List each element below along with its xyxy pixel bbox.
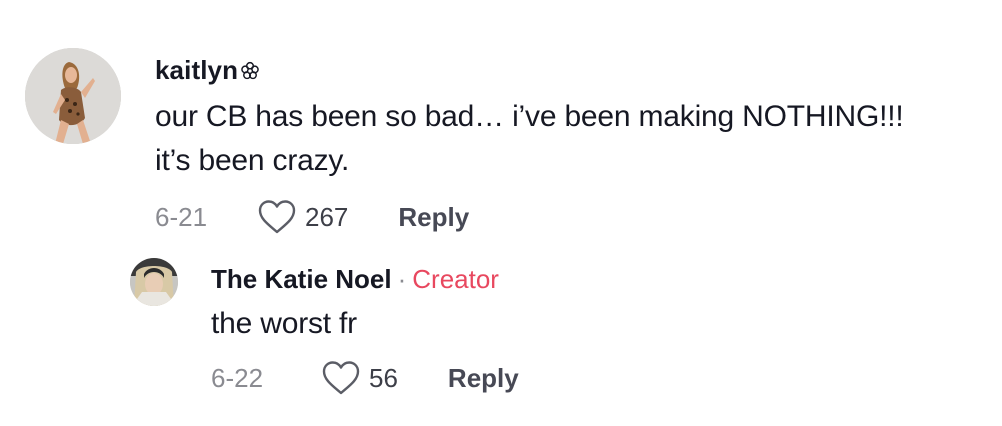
reply-button[interactable]: Reply <box>398 202 469 233</box>
like-button[interactable]: 267 <box>257 199 348 235</box>
comment-actions: 6-21 267 Reply <box>155 197 985 237</box>
avatar[interactable] <box>130 258 178 306</box>
comment-text-line: it’s been crazy. <box>155 144 350 177</box>
comment-body: kaitlyn our CB has been so bad… i’ve bee… <box>155 53 985 237</box>
avatar-photo <box>25 48 121 144</box>
comment-text: our CB has been so bad… i’ve been making… <box>155 95 985 183</box>
heart-icon <box>258 200 296 234</box>
reply-actions: 6-22 56 Reply <box>211 358 981 398</box>
comment-text-line: our CB has been so bad… i’ve been making… <box>155 100 904 133</box>
heart-icon <box>322 361 360 395</box>
like-count: 267 <box>305 201 349 232</box>
reply-text: the worst fr <box>211 307 357 340</box>
reply-username[interactable]: The Katie Noel <box>211 264 392 294</box>
reply-date: 6-22 <box>211 362 264 393</box>
reply-body: The Katie Noel · Creator the worst fr 6-22… <box>211 261 981 398</box>
username-text: kaitlyn <box>155 55 239 85</box>
creator-badge: Creator <box>412 264 499 294</box>
reply-header: The Katie Noel · Creator <box>211 261 981 297</box>
like-count: 56 <box>369 362 398 393</box>
reply-button[interactable]: Reply <box>448 363 519 394</box>
separator-dot: · <box>397 264 407 294</box>
comment-username[interactable]: kaitlyn <box>155 53 985 87</box>
previous-comment-remnant <box>152 0 300 4</box>
avatar[interactable] <box>25 48 121 144</box>
flower-icon <box>241 61 259 79</box>
comment-date: 6-21 <box>155 201 208 232</box>
like-button[interactable]: 56 <box>321 360 398 396</box>
avatar-photo <box>130 258 178 306</box>
